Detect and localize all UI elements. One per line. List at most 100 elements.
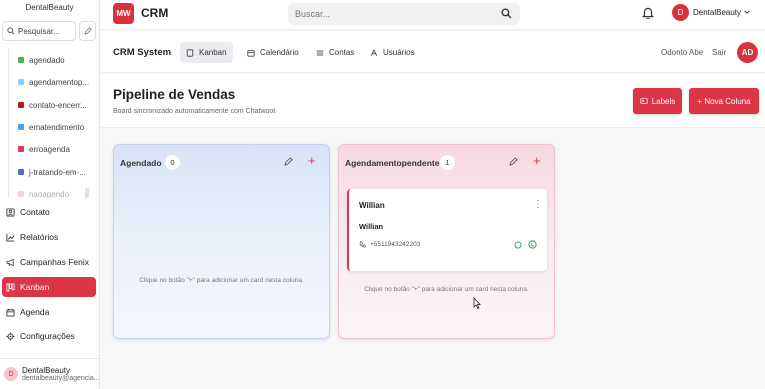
sidebar-item-kanban[interactable]: Kanban	[2, 277, 96, 297]
label-name: agendamentop...	[29, 77, 90, 87]
sidebar-item-label: Agenda	[20, 307, 50, 317]
list-icon	[316, 50, 324, 55]
tab-contas[interactable]: Contas	[310, 42, 360, 63]
label-color-swatch	[18, 169, 24, 175]
sidebar-item-relatorios[interactable]: Relatórios	[2, 227, 96, 247]
new-column-button[interactable]: + Nova Coluna	[689, 88, 759, 114]
card-title: Willian	[359, 201, 385, 210]
app-name: CRM	[141, 6, 169, 20]
labels-button-label: Labels	[651, 96, 676, 106]
label-color-swatch	[18, 57, 24, 63]
card-phone-number: +5511943242203	[370, 241, 421, 248]
labels-button[interactable]: Labels	[633, 88, 682, 114]
sidebar-item-configuracoes[interactable]: Configurações	[2, 326, 96, 346]
calendar-icon	[247, 49, 255, 57]
card-phone: +5511943242203	[359, 241, 420, 248]
label-color-swatch	[18, 146, 24, 152]
page-subtitle: Board sincronizado automaticamente com C…	[113, 108, 276, 115]
label-color-swatch	[18, 102, 24, 108]
logout-link[interactable]: Sair	[712, 48, 726, 57]
sidebar-user-name: DentalBeauty	[22, 366, 71, 375]
search-placeholder: Buscar...	[295, 9, 331, 19]
sidebar-item-label: Campanhas Fenix	[20, 257, 89, 267]
current-user-name: Odonto Abe	[661, 48, 704, 57]
card-contact-name: Willian	[359, 222, 384, 231]
label-list-scrollbar[interactable]	[85, 188, 89, 198]
pencil-icon[interactable]	[284, 157, 293, 166]
top-header: MW CRM Buscar... D DentalBeauty	[101, 0, 765, 30]
sidebar-search[interactable]: Pesquisar...	[2, 21, 76, 41]
label-item[interactable]: contato-encerr...	[18, 99, 87, 111]
avatar[interactable]: AD	[737, 42, 758, 63]
calendar-icon	[6, 308, 15, 317]
add-card-button[interactable]: +	[308, 154, 316, 168]
label-color-swatch	[18, 79, 24, 85]
more-vertical-icon[interactable]: ⋮	[533, 199, 543, 210]
header-user-name[interactable]: DentalBeauty	[693, 8, 741, 17]
chart-icon	[6, 233, 15, 242]
label-name: j-tratando-em-...	[29, 167, 86, 177]
pencil-icon[interactable]	[509, 157, 518, 166]
mouse-cursor-icon	[473, 297, 481, 309]
contact-icon	[6, 207, 15, 217]
phone-icon	[359, 241, 366, 248]
card-actions: ·	[514, 240, 537, 249]
page-title: Pipeline de Vendas	[113, 87, 236, 102]
new-column-button-label: + Nova Coluna	[697, 96, 751, 106]
whatsapp-icon[interactable]	[528, 240, 537, 249]
tab-label: Kanban	[199, 48, 227, 57]
sidebar: DentalBeauty Pesquisar... agendado agend…	[0, 0, 100, 389]
search-input[interactable]: Buscar...	[288, 3, 520, 25]
sidebar-item-agenda[interactable]: Agenda	[2, 302, 96, 322]
kanban-column: Agendamentopendente 1 + Willian ⋮ Willia…	[338, 144, 555, 339]
sidebar-item-campanhas-fenix[interactable]: Campanhas Fenix	[2, 252, 96, 272]
label-item[interactable]: ematendimento	[18, 121, 84, 133]
kanban-card[interactable]: Willian ⋮ Willian +5511943242203 ·	[347, 189, 547, 271]
tab-label: Usuários	[383, 48, 415, 57]
bell-icon[interactable]	[642, 6, 654, 19]
separator-dot: ·	[524, 241, 527, 248]
kanban-icon	[6, 282, 15, 292]
label-item[interactable]: j-tratando-em-...	[18, 166, 86, 178]
tab-label: Contas	[329, 48, 355, 57]
sidebar-user-info: DentalBeauty dentalbeauty@agencia...	[22, 366, 100, 382]
gear-icon	[6, 331, 15, 341]
tab-usuarios[interactable]: Usuários	[364, 42, 421, 63]
label-item[interactable]: agendado	[18, 54, 65, 66]
label-item[interactable]: agendamentop...	[18, 76, 89, 88]
label-name: erroagenda	[29, 144, 70, 154]
column-empty-message: Clique no botão "+" para adicionar um ca…	[364, 286, 529, 293]
sidebar-user[interactable]: D DentalBeauty dentalbeauty@agencia...	[0, 358, 100, 389]
sidebar-user-email: dentalbeauty@agencia...	[22, 375, 100, 382]
label-item[interactable]: erroagenda	[18, 143, 70, 155]
avatar: D	[4, 367, 18, 381]
label-item[interactable]: naoagendo	[18, 188, 69, 198]
search-icon	[7, 27, 15, 35]
chevron-down-icon[interactable]	[743, 8, 751, 16]
search-icon[interactable]	[501, 8, 512, 19]
label-name: naoagendo	[29, 189, 70, 199]
avatar[interactable]: D	[672, 4, 689, 21]
sidebar-item-contato[interactable]: Contato	[2, 202, 96, 222]
label-list: agendado agendamentop... contato-encerr.…	[0, 48, 99, 198]
add-card-button[interactable]: +	[533, 154, 541, 168]
tab-kanban[interactable]: Kanban	[180, 42, 233, 63]
chat-icon[interactable]	[514, 241, 522, 249]
label-name: contato-encerr...	[29, 100, 87, 110]
megaphone-icon	[6, 258, 14, 266]
column-count-badge: 1	[440, 155, 455, 170]
tab-label: Calendário	[260, 48, 299, 57]
sidebar-item-label: Relatórios	[20, 232, 59, 242]
kanban-icon	[186, 48, 194, 57]
column-empty-message: Clique no botão "+" para adicionar um ca…	[139, 277, 304, 284]
tab-calendario[interactable]: Calendário	[241, 42, 305, 63]
sidebar-item-label: Kanban	[20, 282, 50, 292]
sidebar-item-label: Configurações	[20, 331, 75, 341]
sub-navigation: CRM System Kanban Calendário Contas Usuá…	[101, 31, 765, 73]
edit-labels-button[interactable]	[79, 21, 96, 41]
label-name: ematendimento	[29, 122, 85, 132]
pencil-icon	[83, 27, 92, 35]
label-name: agendado	[29, 55, 65, 65]
page-header: Pipeline de Vendas Board sincronizado au…	[101, 74, 765, 128]
crm-system-title: CRM System	[113, 47, 172, 58]
